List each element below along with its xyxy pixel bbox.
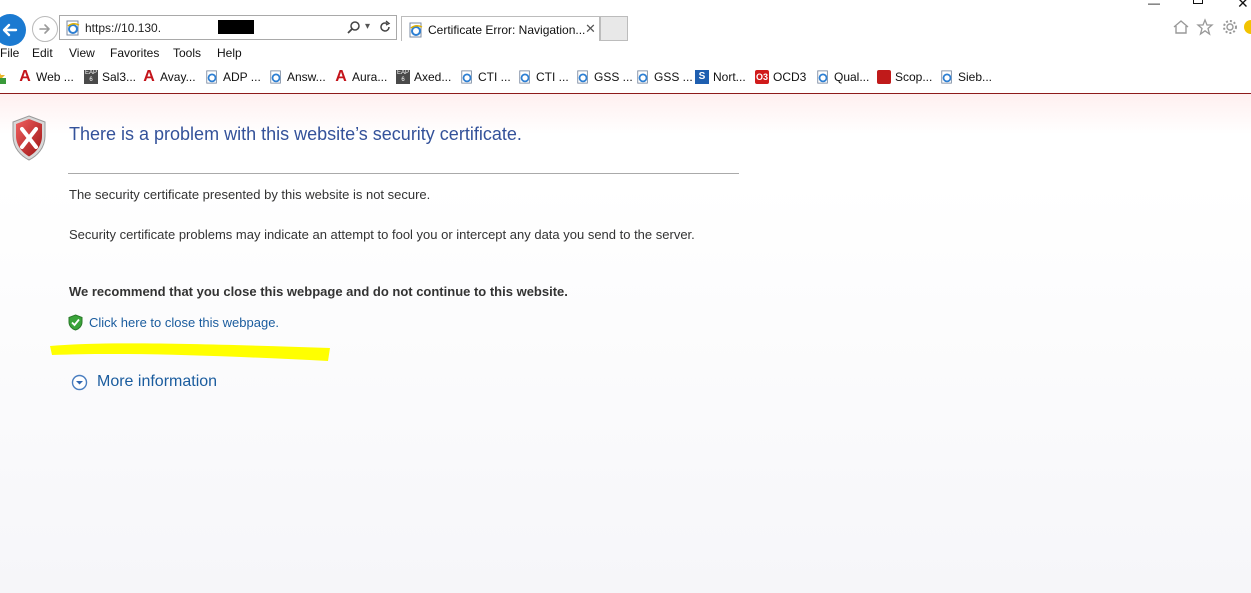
ie-page-icon <box>460 70 474 84</box>
close-webpage-row: Click here to close this webpage. <box>68 314 279 331</box>
fav-item[interactable]: EAP 6 Sal3... <box>84 70 136 84</box>
browser-chrome: ▾ Certificate Error: Navigation... ✕ — ✕… <box>0 0 1251 94</box>
feedback-smiley-icon[interactable] <box>1244 20 1251 34</box>
chevron-down-icon[interactable]: ▾ <box>365 21 370 32</box>
arrow-right-icon <box>39 24 50 34</box>
more-information-row[interactable]: More information <box>71 373 217 391</box>
favorites-bar: A Web ... EAP 6 Sal3... A Avay... ADP ... An… <box>0 68 1251 88</box>
ie-page-icon <box>409 22 423 38</box>
minimize-icon[interactable]: — <box>1148 0 1160 10</box>
yellow-highlight-mark <box>50 343 330 361</box>
o3-icon: O3 <box>755 70 769 84</box>
menu-file[interactable]: File <box>0 46 19 60</box>
ie-page-icon <box>518 70 532 84</box>
menu-tools[interactable]: Tools <box>173 46 201 60</box>
a-icon: A <box>19 68 31 85</box>
risk-message: Security certificate problems may indica… <box>69 227 695 242</box>
fav-item[interactable]: Answ... <box>269 70 326 84</box>
home-icon[interactable] <box>1172 18 1190 36</box>
fav-item[interactable]: Sieb... <box>940 70 992 84</box>
new-tab-button[interactable] <box>600 16 628 41</box>
fav-item[interactable]: Scop... <box>877 70 932 84</box>
star-icon[interactable] <box>1196 18 1214 36</box>
ie-page-icon <box>205 70 219 84</box>
green-shield-check-icon <box>68 314 83 331</box>
search-icon[interactable] <box>347 20 361 34</box>
favorites-star-icon[interactable] <box>0 70 6 84</box>
close-webpage-link[interactable]: Click here to close this webpage. <box>89 315 279 330</box>
menu-favorites[interactable]: Favorites <box>110 46 159 60</box>
fav-item[interactable]: A Aura... <box>334 68 387 85</box>
a-icon: A <box>335 68 347 85</box>
refresh-icon[interactable] <box>378 20 392 34</box>
url-input[interactable] <box>85 18 285 37</box>
menu-view[interactable]: View <box>69 46 95 60</box>
forward-button[interactable] <box>32 16 58 42</box>
page-title: There is a problem with this website’s s… <box>69 124 522 144</box>
redacted-url-segment <box>218 20 254 34</box>
fav-item[interactable]: S Nort... <box>695 70 746 84</box>
recommendation-message: We recommend that you close this webpage… <box>69 284 568 299</box>
more-information-link[interactable]: More information <box>97 373 217 391</box>
arrow-left-icon <box>2 23 18 37</box>
ie-page-icon <box>636 70 650 84</box>
fav-item[interactable]: GSS ... <box>576 70 633 84</box>
fav-item[interactable]: A Web ... <box>18 68 74 85</box>
eap-icon: EAP 6 <box>396 70 410 84</box>
ie-page-icon <box>269 70 283 84</box>
ie-page-icon <box>816 70 830 84</box>
a-icon: A <box>143 68 155 85</box>
insecure-message: The security certificate presented by th… <box>69 187 431 202</box>
ie-page-icon <box>66 20 80 36</box>
add-favorite-icon <box>0 73 6 84</box>
certificate-error-page: There is a problem with this website’s s… <box>0 94 1251 593</box>
gear-icon[interactable] <box>1221 18 1239 36</box>
ie-page-icon <box>940 70 954 84</box>
fav-item[interactable]: EAP 6 Axed... <box>396 70 451 84</box>
restore-icon[interactable] <box>1193 0 1203 4</box>
menu-edit[interactable]: Edit <box>32 46 53 60</box>
close-icon[interactable]: ✕ <box>585 21 596 37</box>
address-bar[interactable]: ▾ <box>59 15 397 40</box>
fav-item[interactable]: CTI ... <box>460 70 511 84</box>
window-close-icon[interactable]: ✕ <box>1237 0 1249 12</box>
menu-help[interactable]: Help <box>217 46 242 60</box>
fav-item[interactable]: GSS ... <box>636 70 693 84</box>
error-shield-icon <box>12 115 46 161</box>
scope-icon <box>877 70 891 84</box>
fav-item[interactable]: A Avay... <box>142 68 195 85</box>
tab-certificate-error[interactable]: Certificate Error: Navigation... ✕ <box>401 16 600 41</box>
title-divider <box>68 173 739 174</box>
ie-page-icon <box>576 70 590 84</box>
fav-item[interactable]: O3 OCD3 <box>755 70 806 84</box>
back-button[interactable] <box>0 14 26 46</box>
eap-icon: EAP 6 <box>84 70 98 84</box>
fav-item[interactable]: CTI ... <box>518 70 569 84</box>
fav-item[interactable]: ADP ... <box>205 70 261 84</box>
fav-item[interactable]: Qual... <box>816 70 869 84</box>
expand-circle-icon[interactable] <box>71 374 88 391</box>
tab-title: Certificate Error: Navigation... <box>428 23 586 37</box>
s-icon: S <box>695 70 709 84</box>
